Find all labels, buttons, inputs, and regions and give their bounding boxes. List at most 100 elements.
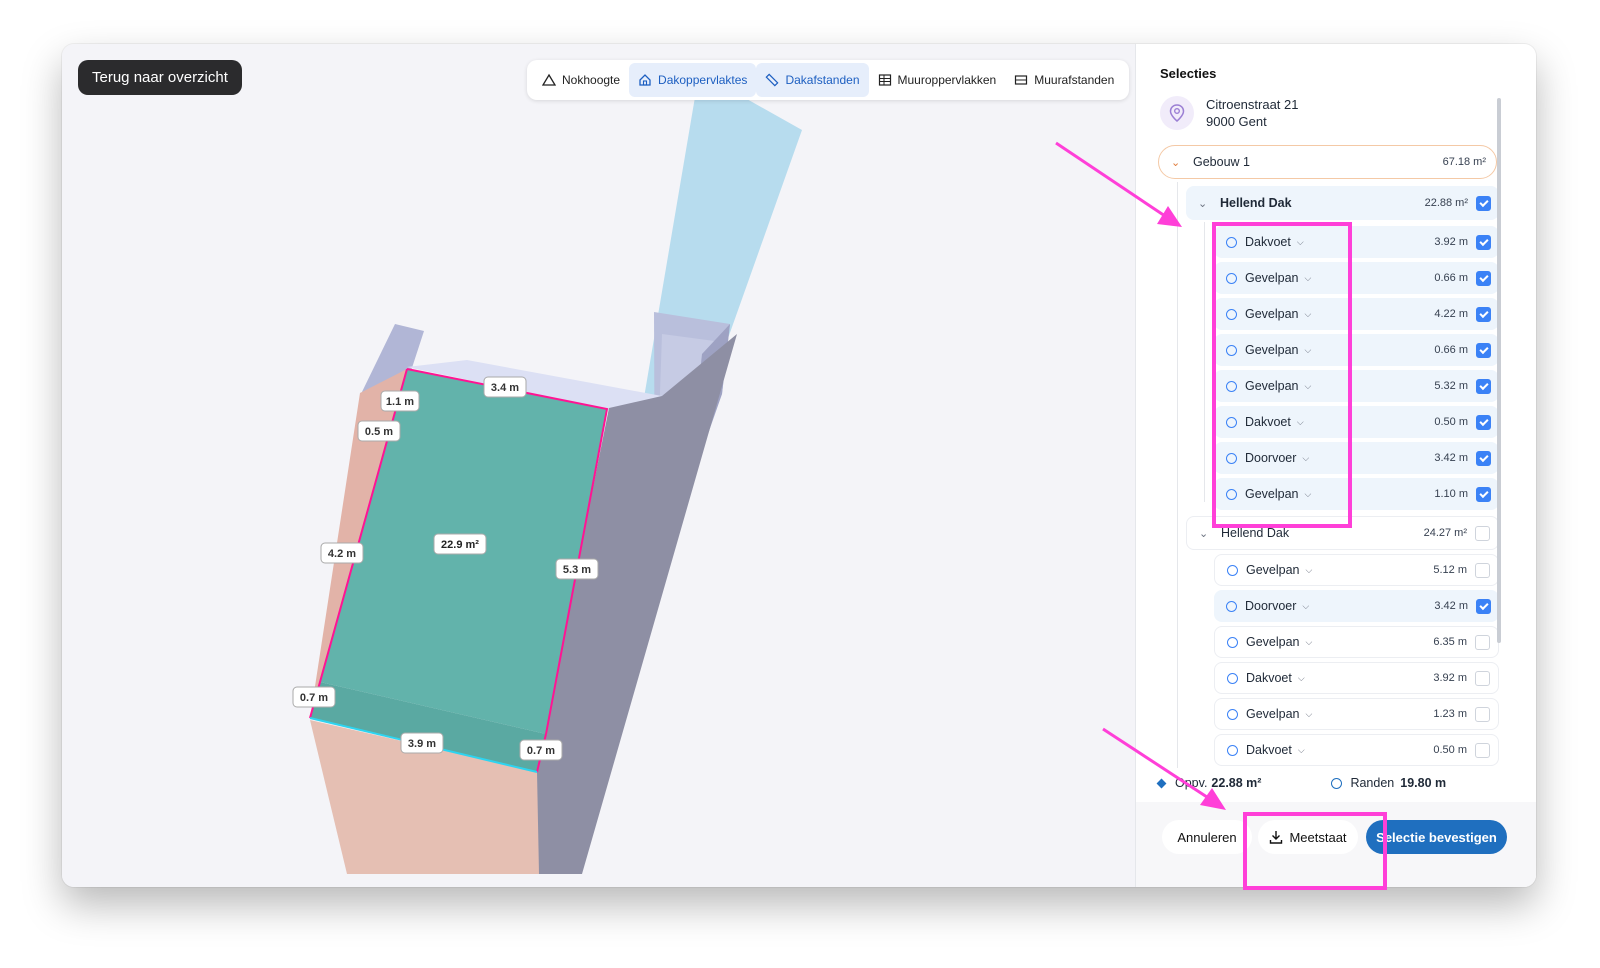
- measure-label-top[interactable]: 3.4 m: [483, 376, 527, 398]
- meetstaat-button[interactable]: Meetstaat: [1258, 820, 1358, 854]
- edge-row[interactable]: Gevelpan ⌵ 5.12 m: [1214, 554, 1499, 586]
- ruler-icon: [765, 73, 779, 87]
- chevron-down-icon[interactable]: ⌄: [1198, 197, 1212, 210]
- group-row[interactable]: ⌄ Hellend Dak 24.27 m²: [1186, 516, 1499, 550]
- back-to-overview-button[interactable]: Terug naar overzicht: [78, 60, 242, 95]
- chevron-down-icon[interactable]: ⌵: [1298, 745, 1305, 756]
- chevron-down-icon[interactable]: ⌄: [1171, 156, 1185, 169]
- edge-row[interactable]: Gevelpan ⌵ 6.35 m: [1214, 626, 1499, 658]
- group-checkbox[interactable]: [1475, 525, 1490, 541]
- edge-circle-icon: [1226, 600, 1237, 612]
- edge-row[interactable]: Gevelpan ⌵ 0.66 m: [1214, 262, 1499, 294]
- group-row[interactable]: ⌄ Hellend Dak 22.88 m²: [1186, 186, 1499, 220]
- edge-length: 5.12 m: [1433, 564, 1467, 576]
- edge-row[interactable]: Doorvoer ⌵ 3.42 m: [1214, 590, 1499, 622]
- edge-circle-icon: [1226, 488, 1237, 500]
- edge-label: Dakvoet: [1246, 671, 1292, 685]
- building-3d-model[interactable]: 3.4 m 1.1 m 0.5 m 4.2 m 22.9 m² 5.3 m 0.…: [62, 44, 1135, 887]
- scrollbar[interactable]: [1497, 98, 1501, 643]
- edge-circle-icon: [1227, 708, 1238, 720]
- edge-checkbox[interactable]: [1475, 634, 1490, 650]
- tool-dakafstanden[interactable]: Dakafstanden: [756, 63, 869, 97]
- app-window: 3.4 m 1.1 m 0.5 m 4.2 m 22.9 m² 5.3 m 0.…: [62, 44, 1536, 887]
- tool-nokhoogte[interactable]: Nokhoogte: [533, 63, 629, 97]
- edge-row[interactable]: Gevelpan ⌵ 1.23 m: [1214, 698, 1499, 730]
- edge-checkbox[interactable]: [1475, 562, 1490, 578]
- measure-label-left[interactable]: 4.2 m: [320, 542, 364, 564]
- edge-checkbox[interactable]: [1475, 742, 1490, 758]
- chevron-down-icon[interactable]: ⌵: [1306, 565, 1313, 576]
- measure-label-bottom[interactable]: 3.9 m: [400, 732, 444, 754]
- edge-label: Gevelpan: [1245, 307, 1299, 321]
- chevron-down-icon[interactable]: ⌵: [1305, 489, 1312, 500]
- edge-row[interactable]: Gevelpan ⌵ 4.22 m: [1214, 298, 1499, 330]
- confirm-selection-button[interactable]: Selectie bevestigen: [1366, 820, 1507, 854]
- edge-row[interactable]: Gevelpan ⌵ 5.32 m: [1214, 370, 1499, 402]
- tool-muurafstanden[interactable]: Muurafstanden: [1005, 63, 1123, 97]
- measure-label-a[interactable]: 1.1 m: [380, 390, 420, 412]
- measure-label-bl[interactable]: 0.7 m: [292, 686, 336, 708]
- edge-checkbox[interactable]: [1476, 306, 1491, 322]
- chevron-down-icon[interactable]: ⌵: [1306, 637, 1313, 648]
- edge-row[interactable]: Doorvoer ⌵ 3.42 m: [1214, 442, 1499, 474]
- group-checkbox[interactable]: [1476, 195, 1491, 211]
- area-diamond-icon: [1156, 778, 1167, 788]
- tool-label: Dakafstanden: [785, 73, 860, 87]
- chevron-down-icon[interactable]: ⌵: [1305, 273, 1312, 284]
- edge-row[interactable]: Gevelpan ⌵ 1.10 m: [1214, 478, 1499, 510]
- edge-length: 1.23 m: [1433, 708, 1467, 720]
- edge-checkbox[interactable]: [1476, 270, 1491, 286]
- cancel-button[interactable]: Annuleren: [1162, 820, 1252, 854]
- chevron-down-icon[interactable]: ⌵: [1305, 309, 1312, 320]
- edge-checkbox[interactable]: [1476, 450, 1491, 466]
- edge-row[interactable]: Gevelpan ⌵ 0.66 m: [1214, 334, 1499, 366]
- svg-text:3.4 m: 3.4 m: [491, 382, 519, 394]
- tool-label: Muuroppervlakken: [897, 73, 997, 87]
- chevron-down-icon[interactable]: ⌵: [1297, 417, 1304, 428]
- edges-value: 19.80 m: [1400, 776, 1447, 790]
- edge-row[interactable]: Dakvoet ⌵ 3.92 m: [1214, 226, 1499, 258]
- edge-row[interactable]: Dakvoet ⌵ 3.92 m: [1214, 662, 1499, 694]
- area-value: 22.88 m²: [1211, 776, 1262, 790]
- edge-length: 0.50 m: [1433, 744, 1467, 756]
- 3d-viewport[interactable]: 3.4 m 1.1 m 0.5 m 4.2 m 22.9 m² 5.3 m 0.…: [62, 44, 1135, 887]
- chevron-down-icon[interactable]: ⌵: [1305, 345, 1312, 356]
- edge-checkbox[interactable]: [1476, 486, 1491, 502]
- measure-label-b[interactable]: 0.5 m: [357, 420, 401, 442]
- edge-circle-icon: [1226, 452, 1237, 464]
- edge-length: 0.50 m: [1434, 416, 1468, 428]
- edge-label: Gevelpan: [1245, 379, 1299, 393]
- selection-tree[interactable]: ⌄ Gebouw 1 67.18 m² ⌄ Hellend Dak 22.88 …: [1136, 140, 1529, 768]
- chevron-down-icon[interactable]: ⌄: [1199, 527, 1213, 540]
- edge-circle-icon: [1227, 564, 1238, 576]
- edge-checkbox[interactable]: [1476, 414, 1491, 430]
- tool-dakoppervlaktes[interactable]: Dakoppervlaktes: [629, 63, 757, 97]
- edge-row[interactable]: Dakvoet ⌵ 0.50 m: [1214, 734, 1499, 766]
- edge-row[interactable]: Dakvoet ⌵ 0.50 m: [1214, 406, 1499, 438]
- measure-label-right[interactable]: 5.3 m: [555, 558, 599, 580]
- edge-checkbox[interactable]: [1476, 234, 1491, 250]
- chevron-down-icon[interactable]: ⌵: [1302, 601, 1309, 612]
- edge-checkbox[interactable]: [1476, 378, 1491, 394]
- group-area: 22.88 m²: [1424, 197, 1468, 209]
- measure-label-area[interactable]: 22.9 m²: [433, 533, 487, 555]
- measure-label-br[interactable]: 0.7 m: [519, 739, 563, 761]
- chevron-down-icon[interactable]: ⌵: [1297, 237, 1304, 248]
- edge-label: Doorvoer: [1245, 599, 1297, 613]
- edge-checkbox[interactable]: [1475, 670, 1490, 686]
- panel-footer: Annuleren Meetstaat Selectie bevestigen: [1136, 802, 1536, 887]
- edge-checkbox[interactable]: [1475, 706, 1490, 722]
- building-row[interactable]: ⌄ Gebouw 1 67.18 m²: [1158, 145, 1497, 179]
- chevron-down-icon[interactable]: ⌵: [1306, 709, 1313, 720]
- confirm-label: Selectie bevestigen: [1376, 829, 1497, 845]
- chevron-down-icon[interactable]: ⌵: [1305, 381, 1312, 392]
- edge-length: 5.32 m: [1434, 380, 1468, 392]
- tool-muuroppervlakken[interactable]: Muuroppervlakken: [869, 63, 1006, 97]
- chevron-down-icon[interactable]: ⌵: [1298, 673, 1305, 684]
- edge-checkbox[interactable]: [1476, 342, 1491, 358]
- chevron-down-icon[interactable]: ⌵: [1302, 453, 1309, 464]
- edge-length: 0.66 m: [1434, 272, 1468, 284]
- edge-length: 0.66 m: [1434, 344, 1468, 356]
- edge-label: Gevelpan: [1246, 563, 1300, 577]
- edge-checkbox[interactable]: [1476, 598, 1491, 614]
